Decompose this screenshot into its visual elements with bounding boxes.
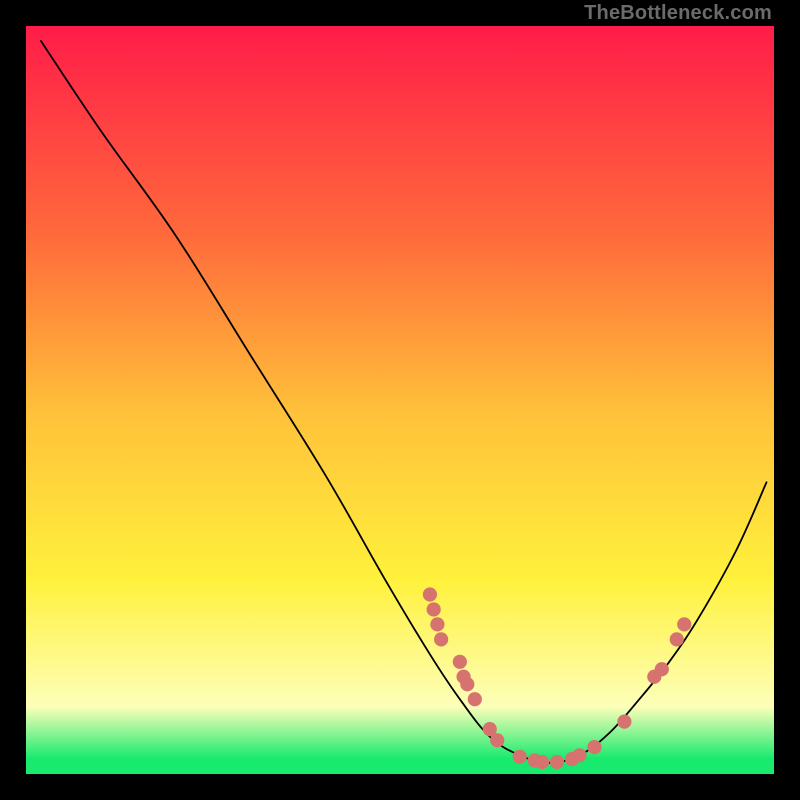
data-point <box>490 733 504 747</box>
bottleneck-chart <box>26 26 774 774</box>
attribution-label: TheBottleneck.com <box>584 2 772 25</box>
data-point <box>587 740 601 754</box>
gradient-background <box>26 26 774 774</box>
data-point <box>572 748 586 762</box>
data-point <box>535 755 549 769</box>
data-point <box>670 632 684 646</box>
data-point <box>468 692 482 706</box>
data-point <box>453 655 467 669</box>
chart-frame: TheBottleneck.com <box>0 0 800 800</box>
data-point <box>423 587 437 601</box>
data-point <box>677 617 691 631</box>
data-point <box>430 617 444 631</box>
data-point <box>617 715 631 729</box>
data-point <box>434 632 448 646</box>
data-point <box>460 677 474 691</box>
data-point <box>655 662 669 676</box>
data-point <box>550 755 564 769</box>
data-point <box>427 602 441 616</box>
data-point <box>513 750 527 764</box>
